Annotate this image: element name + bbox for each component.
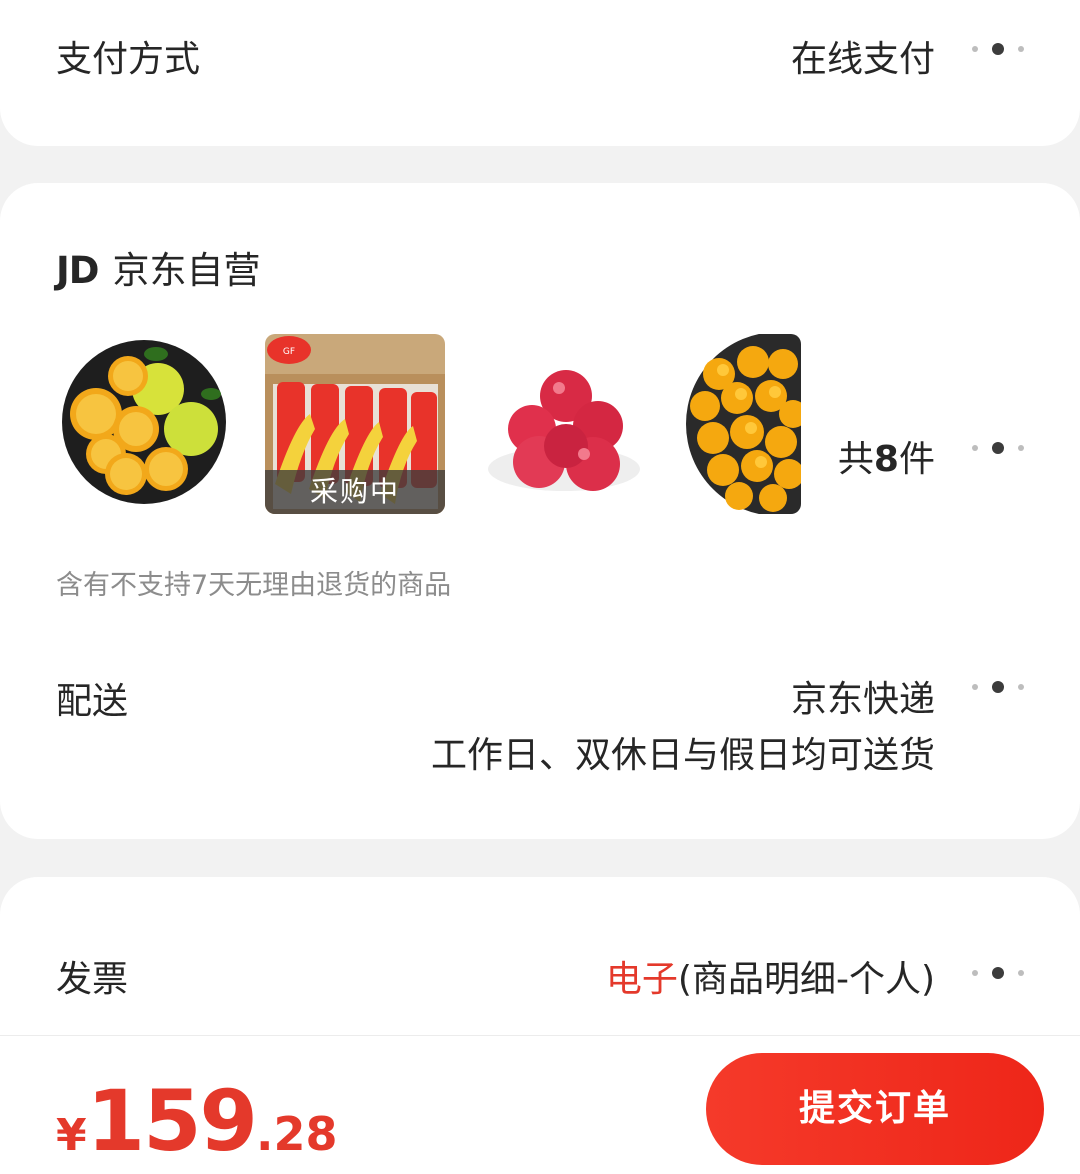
jd-logo: JD (56, 249, 99, 292)
payment-more-icon[interactable] (972, 42, 1026, 56)
payment-method-value[interactable]: 在线支付 (791, 30, 935, 82)
checkout-bar: ¥159.28 提交订单 (0, 1035, 1080, 1174)
invoice-detail: (商品明细-个人) (677, 959, 935, 1000)
delivery-method[interactable]: 京东快递 (791, 670, 935, 722)
currency-symbol: ¥ (56, 1110, 87, 1161)
item-count-prefix: 共 (837, 439, 874, 480)
product-thumb-orange-halves[interactable] (56, 334, 236, 514)
orange-halves-image (56, 334, 236, 514)
small-oranges-image (683, 334, 801, 514)
payment-label: 支付方式 (56, 39, 201, 80)
price-integer: 159 (86, 1072, 258, 1170)
invoice-value[interactable]: 电子(商品明细-个人) (606, 950, 935, 1002)
shop-name: 京东自营 (112, 249, 261, 292)
delivery-more-icon[interactable] (972, 680, 1026, 694)
shop-title: JD 京东自营 (56, 240, 260, 294)
delivery-schedule: 工作日、双休日与假日均可送货 (430, 735, 935, 776)
products-more-icon[interactable] (972, 441, 1026, 455)
product-thumb-small-oranges[interactable] (683, 334, 801, 514)
svg-text:GF: GF (283, 347, 295, 357)
price-decimal: .28 (255, 1107, 338, 1161)
submit-order-button[interactable]: 提交订单 (706, 1053, 1044, 1165)
delivery-label: 配送 (56, 681, 129, 722)
invoice-label: 发票 (56, 959, 129, 1000)
item-count-number: 8 (873, 439, 899, 480)
return-policy-notice: 含有不支持7天无理由退货的商品 (56, 570, 452, 601)
invoice-type: 电子 (605, 959, 678, 1000)
item-count-suffix: 件 (898, 439, 935, 480)
product-thumb-banana-box[interactable]: GF 采购中 (265, 334, 445, 514)
product-thumb-apples[interactable] (474, 334, 654, 514)
item-count[interactable]: 共8件 (838, 430, 935, 482)
total-price: ¥159.28 (56, 1072, 337, 1170)
apple-pile-image (474, 334, 654, 514)
purchasing-tag: 采购中 (265, 470, 445, 514)
invoice-more-icon[interactable] (972, 966, 1026, 980)
